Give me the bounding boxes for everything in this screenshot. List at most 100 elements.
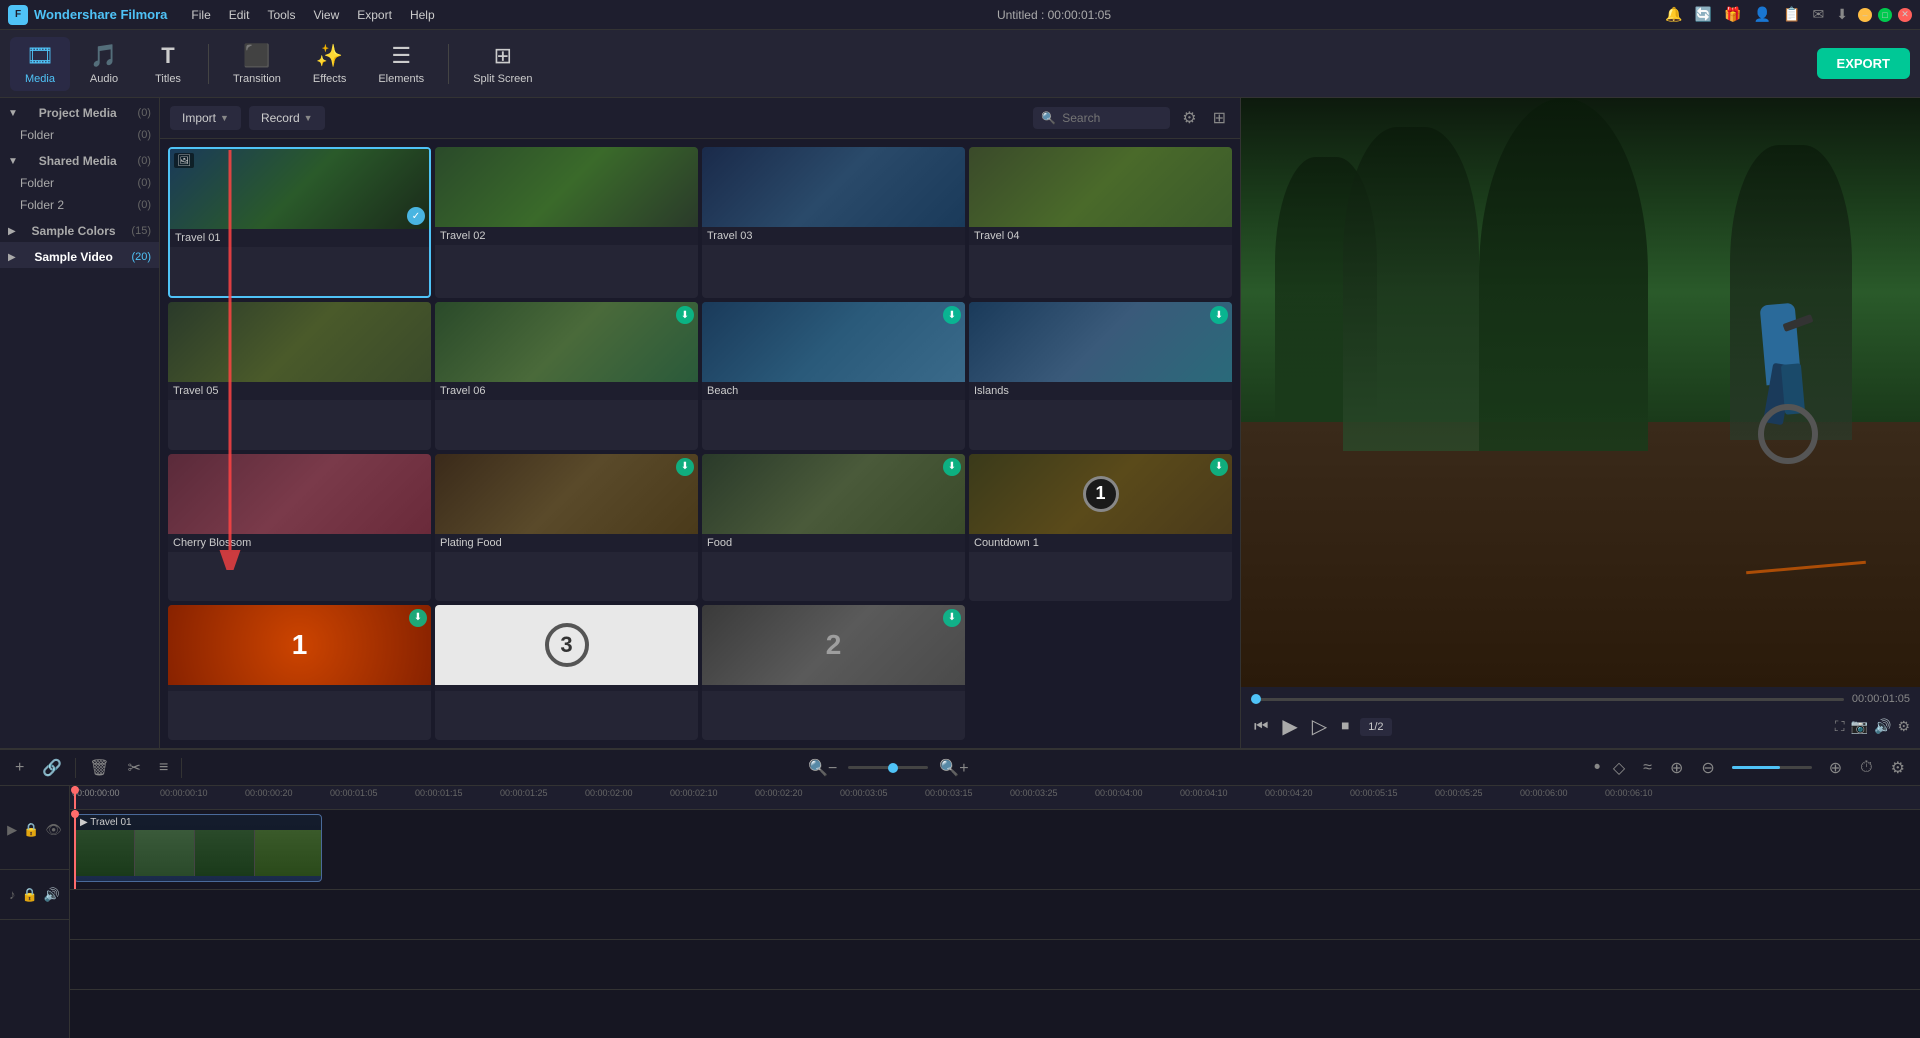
- media-item-countdown2[interactable]: 2 ⬇: [702, 605, 965, 740]
- toolbar-effects[interactable]: ✨ Effects: [299, 37, 360, 91]
- tl-zoom-in[interactable]: 🔍+: [934, 755, 973, 781]
- video-clip-travel01[interactable]: ▶ Travel 01: [74, 814, 322, 882]
- download-btn-plating[interactable]: ⬇: [676, 458, 694, 476]
- tl-plus[interactable]: ⊕: [1824, 755, 1847, 781]
- left-item-folder[interactable]: Folder (0): [0, 124, 159, 146]
- toolbar-splitscreen[interactable]: ⊞ Split Screen: [459, 37, 546, 91]
- audio-track-speaker[interactable]: 🔊: [44, 887, 60, 903]
- tl-zoom-bar[interactable]: [848, 766, 928, 769]
- download-btn-islands[interactable]: ⬇: [1210, 306, 1228, 324]
- volume-icon[interactable]: 🔊: [1874, 718, 1891, 735]
- media-item-food[interactable]: ⬇ Food: [702, 454, 965, 601]
- preview-ratio[interactable]: 1/2: [1360, 718, 1391, 736]
- filter-icon[interactable]: ⚙: [1178, 106, 1200, 130]
- media-item-countdown3b[interactable]: 3: [435, 605, 698, 740]
- tl-clock[interactable]: ⏱: [1855, 756, 1877, 780]
- left-item-folder2[interactable]: Folder 2 (0): [0, 194, 159, 216]
- media-item-islands[interactable]: ⬇ Islands: [969, 302, 1232, 449]
- update-icon[interactable]: 🔄: [1695, 6, 1712, 23]
- media-item-countdown1[interactable]: 1 ⬇ Countdown 1: [969, 454, 1232, 601]
- audio-track-lock[interactable]: 🔒: [22, 887, 38, 903]
- media-item-plating[interactable]: ⬇ Plating Food: [435, 454, 698, 601]
- media-item-travel05[interactable]: Travel 05: [168, 302, 431, 449]
- download-btn-food[interactable]: ⬇: [943, 458, 961, 476]
- timeline-ruler: 00:00:00:00 00:00:00:10 00:00:00:20 00:0…: [70, 786, 1920, 810]
- grid-view-icon[interactable]: ⊞: [1209, 106, 1230, 130]
- tl-magnet[interactable]: ⊕: [1665, 755, 1688, 781]
- mail-icon[interactable]: ✉: [1813, 6, 1825, 23]
- tl-add-track[interactable]: +: [10, 756, 29, 780]
- media-item-countdown3a[interactable]: 1 ⬇: [168, 605, 431, 740]
- maximize-button[interactable]: □: [1878, 8, 1892, 22]
- download-btn-countdown3a[interactable]: ⬇: [409, 609, 427, 627]
- menu-help[interactable]: Help: [402, 5, 443, 25]
- media-item-travel04[interactable]: Travel 04: [969, 147, 1232, 298]
- notify-icon[interactable]: 🔔: [1665, 6, 1682, 23]
- toolbar-audio[interactable]: 🎵 Audio: [74, 37, 134, 91]
- menu-export[interactable]: Export: [349, 5, 400, 25]
- media-item-travel01[interactable]: ✓ 🖼 Travel 01: [168, 147, 431, 298]
- media-item-travel02[interactable]: Travel 02: [435, 147, 698, 298]
- section-header-sample-colors[interactable]: ▶ Sample Colors (15): [0, 216, 159, 242]
- section-header-project-media[interactable]: ▼ Project Media (0): [0, 98, 159, 124]
- close-button[interactable]: ✕: [1898, 8, 1912, 22]
- toolbar-media[interactable]: 🎞 Media: [10, 37, 70, 91]
- video-track-eye[interactable]: 👁: [45, 822, 62, 838]
- prev-play-alt[interactable]: ▷: [1309, 711, 1330, 742]
- menu-edit[interactable]: Edit: [221, 5, 258, 25]
- tl-minus[interactable]: ⊖: [1696, 755, 1719, 781]
- record-button[interactable]: Record ▼: [249, 106, 325, 130]
- toolbar-titles[interactable]: T Titles: [138, 37, 198, 91]
- toolbar-transition[interactable]: ⬛ Transition: [219, 37, 295, 91]
- snapshot-icon[interactable]: 📷: [1851, 718, 1868, 735]
- tl-scale-bar[interactable]: [1732, 766, 1812, 769]
- preview-progress-bar[interactable]: [1251, 698, 1844, 701]
- download-btn-travel06[interactable]: ⬇: [676, 306, 694, 324]
- devices-icon[interactable]: 📋: [1783, 6, 1800, 23]
- tl-settings[interactable]: ⚙: [1886, 755, 1910, 781]
- gift-icon[interactable]: 🎁: [1724, 6, 1741, 23]
- settings-icon[interactable]: ⚙: [1897, 718, 1910, 735]
- export-button[interactable]: EXPORT: [1817, 48, 1910, 79]
- prev-skip-back[interactable]: ⏮: [1251, 715, 1271, 739]
- media-item-beach[interactable]: ⬇ Beach: [702, 302, 965, 449]
- minimize-button[interactable]: –: [1858, 8, 1872, 22]
- tl-cut[interactable]: ✂: [123, 755, 146, 781]
- ruler-playhead: [74, 786, 76, 809]
- tl-link[interactable]: 🔗: [37, 755, 67, 781]
- prev-play[interactable]: ▶: [1279, 711, 1300, 742]
- media-label-travel01: Travel 01: [170, 229, 429, 247]
- section-header-sample-video[interactable]: ▶ Sample Video (20): [0, 242, 159, 268]
- tl-record-icon[interactable]: ⏺: [1594, 761, 1600, 774]
- import-button[interactable]: Import ▼: [170, 106, 241, 130]
- media-label-travel05: Travel 05: [168, 382, 431, 400]
- left-item-shared-folder[interactable]: Folder (0): [0, 172, 159, 194]
- fullscreen-icon[interactable]: ⛶: [1835, 718, 1845, 735]
- tl-delete[interactable]: 🗑: [84, 755, 114, 781]
- menu-file[interactable]: File: [183, 5, 218, 25]
- download-btn-countdown2[interactable]: ⬇: [943, 609, 961, 627]
- search-input[interactable]: [1062, 111, 1162, 125]
- download-icon[interactable]: ⬇: [1836, 6, 1848, 23]
- download-btn-countdown1[interactable]: ⬇: [1210, 458, 1228, 476]
- section-header-shared-media[interactable]: ▼ Shared Media (0): [0, 146, 159, 172]
- media-item-travel03[interactable]: Travel 03: [702, 147, 965, 298]
- prev-stop[interactable]: ⏹: [1338, 715, 1352, 739]
- media-search-bar[interactable]: 🔍: [1033, 107, 1170, 129]
- preview-timeline-bar[interactable]: 00:00:01:05: [1251, 693, 1910, 705]
- media-item-cherry[interactable]: Cherry Blossom: [168, 454, 431, 601]
- menu-view[interactable]: View: [305, 5, 347, 25]
- audio-track-note[interactable]: ♪: [9, 887, 16, 902]
- menu-tools[interactable]: Tools: [259, 5, 303, 25]
- media-item-travel06[interactable]: ⬇ Travel 06: [435, 302, 698, 449]
- download-btn-beach[interactable]: ⬇: [943, 306, 961, 324]
- media-thumb-travel02: [435, 147, 698, 227]
- tl-align[interactable]: ≡: [154, 756, 173, 780]
- video-track-add[interactable]: ▶: [7, 822, 17, 838]
- account-icon[interactable]: 👤: [1754, 6, 1771, 23]
- tl-zoom-out[interactable]: 🔍−: [803, 755, 842, 781]
- toolbar-elements[interactable]: ☰ Elements: [364, 37, 438, 91]
- tl-marker[interactable]: ◇: [1608, 755, 1630, 781]
- tl-ripple[interactable]: ≈: [1638, 756, 1657, 780]
- video-track-lock[interactable]: 🔒: [23, 822, 39, 838]
